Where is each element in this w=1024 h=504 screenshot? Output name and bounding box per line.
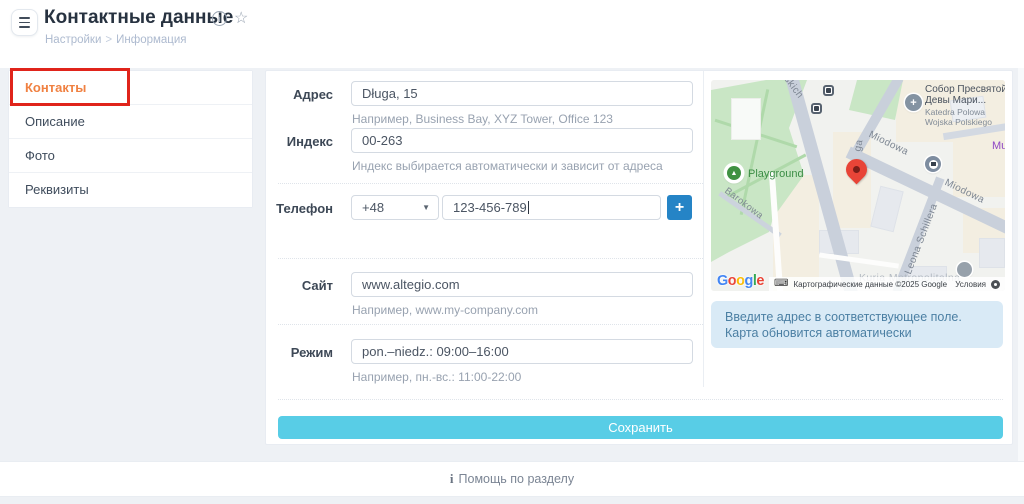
add-phone-button[interactable]: + (667, 195, 692, 220)
church-label: Собор Пресвятой Девы Мари... Katedra Pol… (925, 84, 1005, 127)
column-divider (703, 71, 704, 387)
address-hint: Например, Business Bay, XYZ Tower, Offic… (352, 112, 613, 126)
help-label: Помощь по разделу (459, 472, 575, 486)
star-icon[interactable]: ☆ (234, 11, 248, 26)
education-poi-icon[interactable] (925, 156, 941, 172)
church-sub-line2: Wojska Polskiego (925, 118, 1005, 128)
google-map[interactable]: skich ga Miodowa Miodowa Leona Schillera… (711, 80, 1005, 291)
playground-label: Playground (748, 168, 804, 180)
site-label: Сайт (276, 278, 333, 293)
text-cursor (528, 201, 529, 214)
mode-hint: Например, пн.-вс.: 11:00-22:00 (352, 370, 521, 384)
map-building (731, 98, 761, 140)
breadcrumb-settings[interactable]: Настройки (45, 34, 101, 46)
bus-stop-icon[interactable] (823, 85, 834, 96)
playground-icon[interactable]: ▲ (725, 164, 743, 182)
phone-country-code-select[interactable]: +48 ▼ (351, 195, 439, 220)
museum-label: Mu (992, 140, 1005, 152)
site-input[interactable] (351, 272, 693, 297)
phone-country-code-value: +48 (362, 200, 384, 215)
scrollbar-track[interactable] (1018, 68, 1024, 461)
contact-form-card: Адрес Например, Business Bay, XYZ Tower,… (265, 70, 1013, 445)
help-info-icon: i (450, 471, 454, 487)
phone-label: Телефон (276, 201, 333, 216)
hamburger-menu-button[interactable] (11, 9, 38, 36)
header: Контактные данные i ☆ Настройки > Информац… (0, 0, 1024, 68)
church-name-line2: Девы Мари... (925, 95, 1005, 106)
phone-input[interactable]: 123-456-789 (442, 195, 661, 220)
church-name-line1: Собор Пресвятой (925, 84, 1005, 95)
bus-stop-icon[interactable] (811, 103, 822, 114)
address-input[interactable] (351, 81, 693, 106)
sidebar-item-photo[interactable]: Фото (9, 139, 252, 173)
breadcrumb-information: Информация (116, 34, 186, 46)
separator (278, 324, 703, 325)
breadcrumb: Настройки > Информация (45, 34, 187, 46)
site-hint: Например, www.my-company.com (352, 303, 538, 317)
chevron-down-icon: ▼ (422, 196, 430, 219)
separator (278, 258, 703, 259)
index-label: Индекс (276, 134, 333, 149)
accessibility-icon[interactable] (991, 280, 1000, 289)
street-label: ga (852, 139, 865, 153)
phone-value: 123-456-789 (453, 200, 527, 215)
attribution-text: Картографические данные ©2025 Google (793, 280, 947, 289)
index-hint: Индекс выбирается автоматически и зависи… (352, 159, 663, 173)
settings-sidebar: Контакты Описание Фото Реквизиты (8, 70, 253, 208)
sidebar-item-contacts[interactable]: Контакты (9, 71, 252, 105)
map-hint-box: Введите адрес в соответствующее поле. Ка… (711, 301, 1003, 348)
map-attribution: ⌨ Картографические данные ©2025 Google У… (769, 277, 1005, 291)
separator (278, 183, 703, 184)
breadcrumb-separator: > (105, 34, 112, 46)
map-road (819, 252, 899, 268)
mode-label: Режим (276, 345, 333, 360)
sidebar-item-description[interactable]: Описание (9, 105, 252, 139)
mode-input[interactable] (351, 339, 693, 364)
church-icon[interactable]: + (905, 94, 922, 111)
keyboard-shortcuts-icon[interactable]: ⌨ (774, 279, 788, 289)
info-circle-icon[interactable]: i (212, 11, 227, 26)
google-logo[interactable]: Google (717, 273, 764, 289)
address-label: Адрес (276, 87, 333, 102)
page-title: Контактные данные (44, 7, 233, 29)
sidebar-item-requisites[interactable]: Реквизиты (9, 173, 252, 207)
map-building (870, 186, 903, 233)
section-help-bar[interactable]: i Помощь по разделу (0, 461, 1024, 497)
map-marker-pin[interactable] (845, 158, 869, 188)
separator-full (278, 399, 1003, 400)
index-input[interactable] (351, 128, 693, 153)
terms-link[interactable]: Условия (955, 280, 986, 289)
map-building (979, 238, 1005, 268)
save-button[interactable]: Сохранить (278, 416, 1003, 439)
